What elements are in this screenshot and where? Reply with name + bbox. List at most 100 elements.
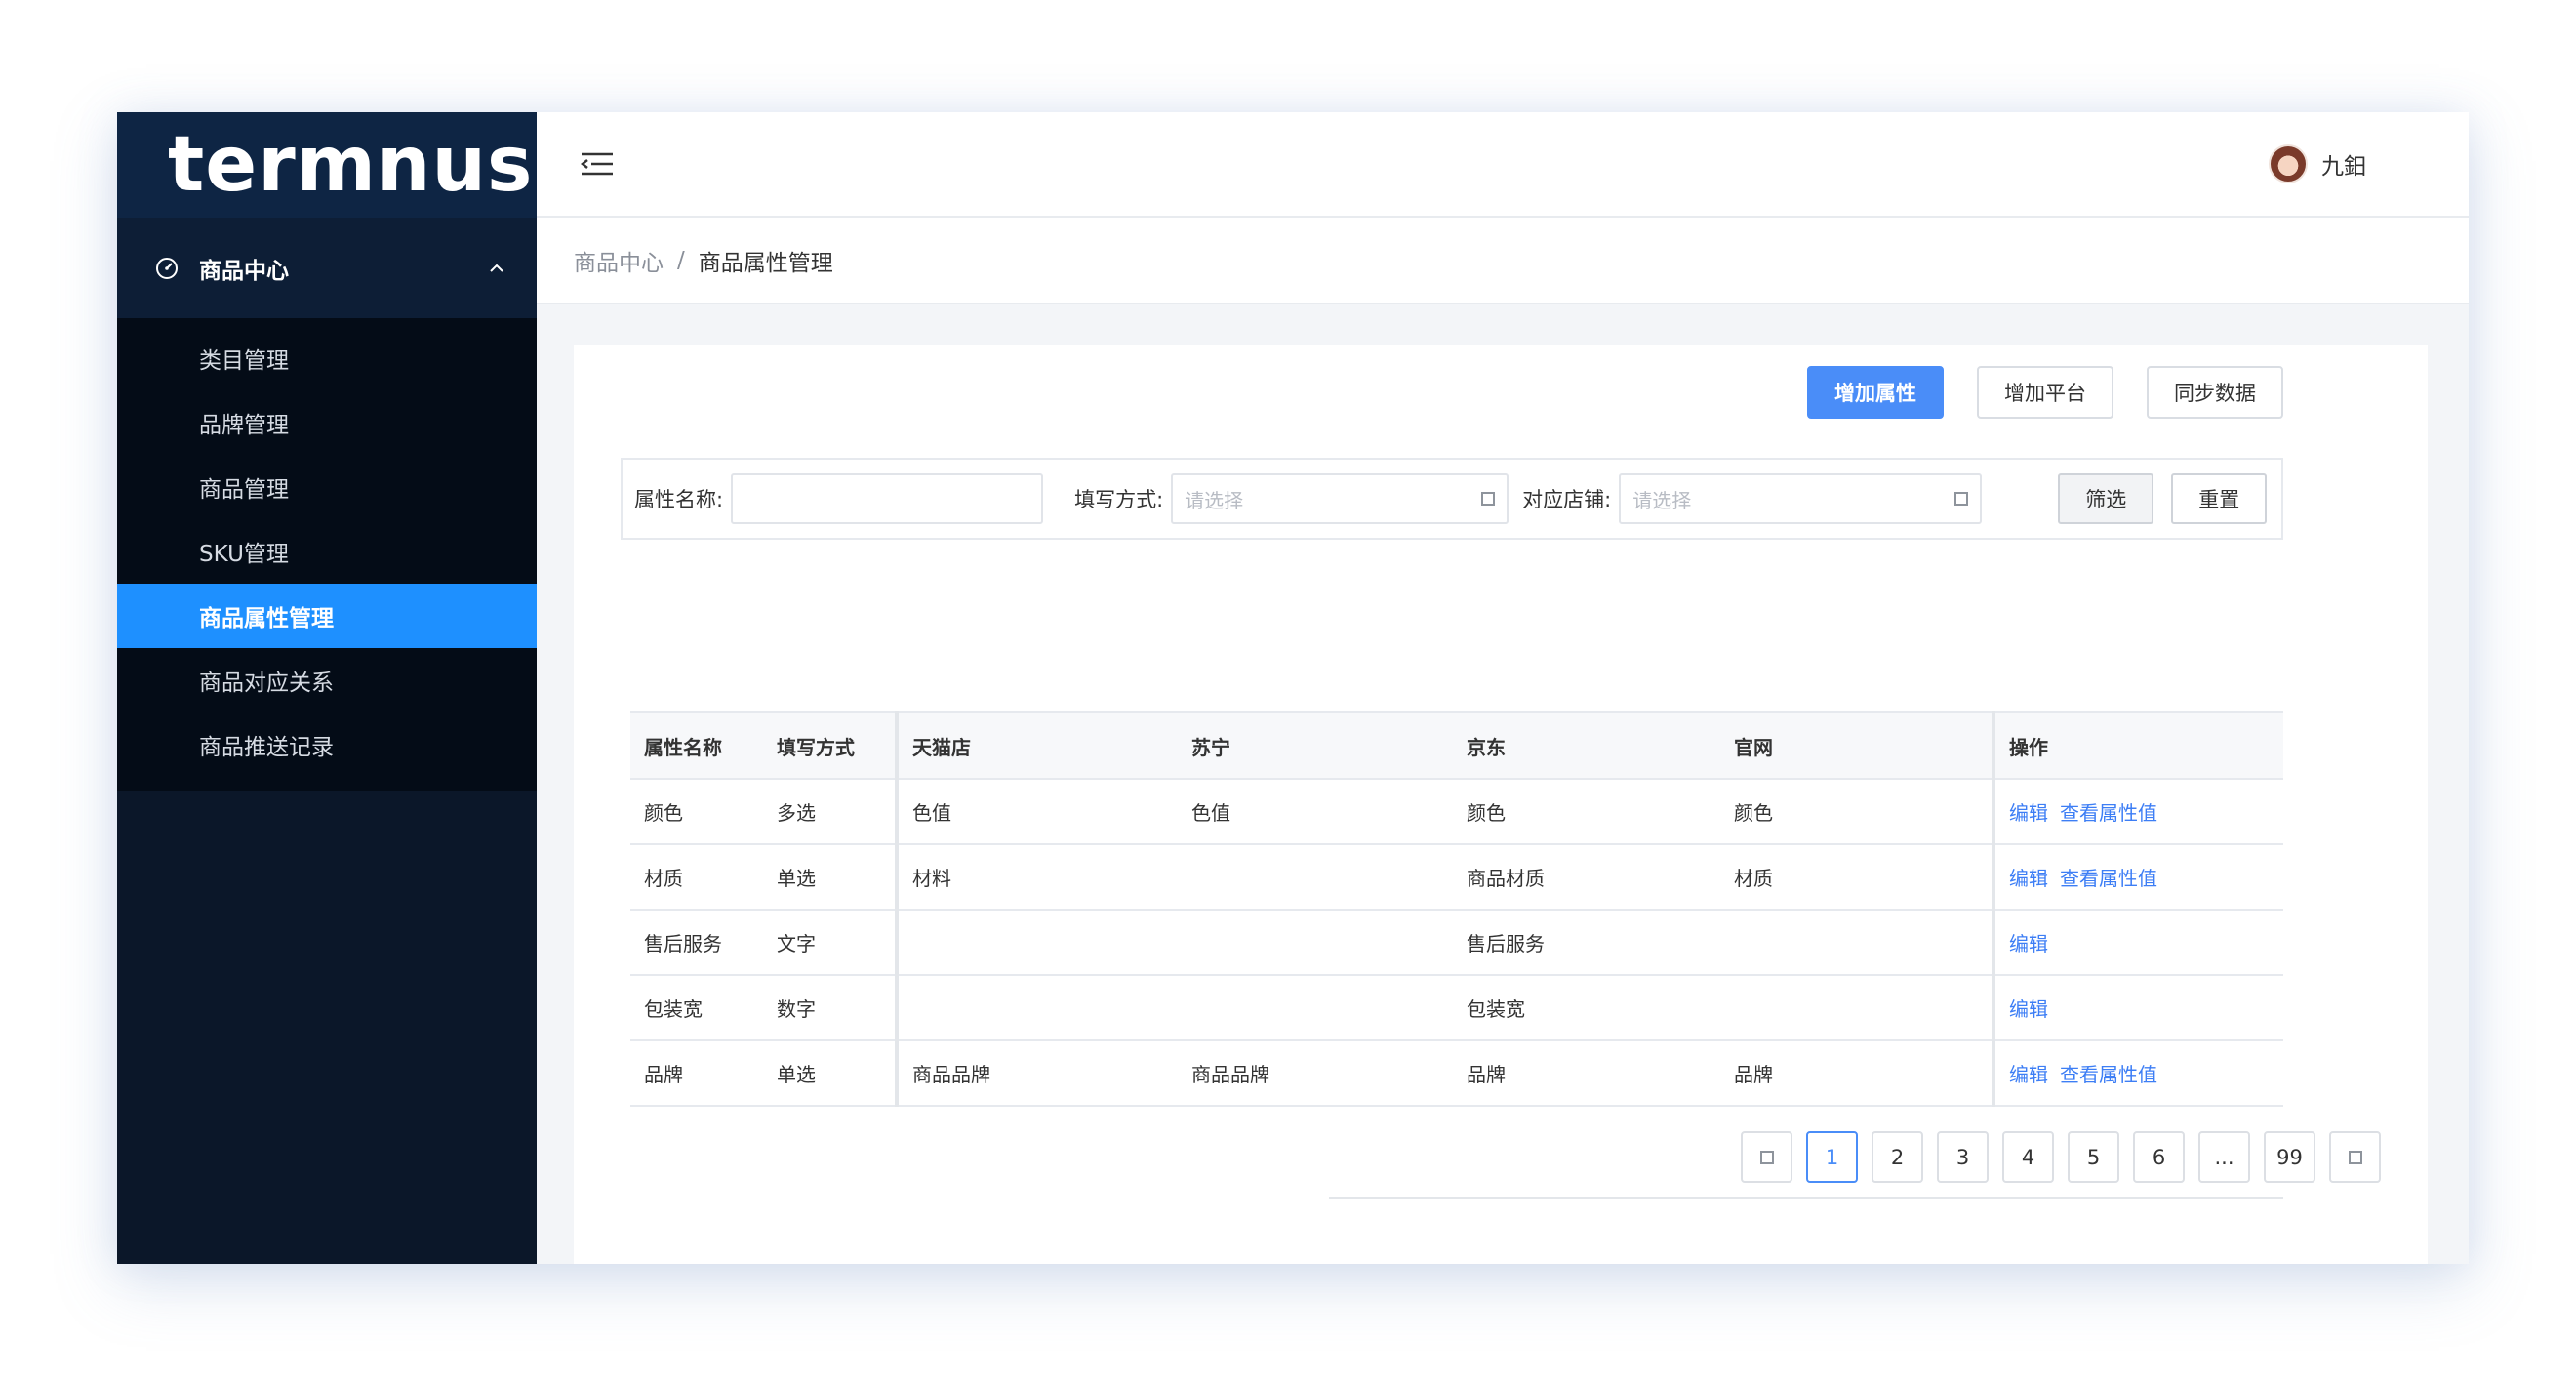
cell-official: 颜色: [1720, 779, 1995, 845]
cell-fill-method: 文字: [763, 910, 899, 976]
dropdown-icon: [1954, 492, 1969, 506]
cell-official: 材质: [1720, 844, 1995, 911]
sidebar-item-push-log[interactable]: 商品推送记录: [117, 712, 537, 777]
attributes-table: 属性名称 填写方式 天猫店 苏宁 京东 官网 操作 颜色 多选 色值 色值 颜色…: [630, 711, 2283, 1107]
attr-name-label: 属性名称:: [634, 488, 724, 511]
view-values-link[interactable]: 查看属性值: [2060, 801, 2157, 825]
page-button-3[interactable]: 3: [1937, 1131, 1989, 1183]
sidebar-item-label: 品牌管理: [199, 413, 289, 438]
sidebar-submenu: 类目管理 品牌管理 商品管理 SKU管理 商品属性管理 商品对应关系 商品推送记…: [117, 318, 537, 791]
top-header: 九鈤: [537, 112, 2469, 218]
sidebar-item-product[interactable]: 商品管理: [117, 455, 537, 519]
col-header-suning: 苏宁: [1178, 711, 1453, 780]
cell-actions: 编辑 查看属性值: [1993, 1040, 2283, 1107]
sidebar-item-label: 商品属性管理: [199, 606, 334, 631]
next-page-button[interactable]: [2329, 1131, 2381, 1183]
table-row: 品牌 单选 商品品牌 商品品牌 品牌 品牌 编辑 查看属性值: [630, 1040, 2283, 1107]
page-button-1[interactable]: 1: [1806, 1131, 1858, 1183]
sidebar-group-label: 商品中心: [199, 258, 289, 284]
col-header-jd: 京东: [1453, 711, 1720, 780]
app-window: termnus 商品中心 类目管理 品牌管理 商品管理 SKU管理 商品属性管理…: [117, 112, 2469, 1264]
add-attribute-button[interactable]: 增加属性: [1807, 366, 1944, 419]
cell-jd: 售后服务: [1453, 910, 1720, 976]
cell-jd: 包装宽: [1453, 975, 1720, 1041]
prev-page-button[interactable]: [1741, 1131, 1792, 1183]
edit-link[interactable]: 编辑: [2009, 801, 2048, 825]
cell-fill-method: 多选: [763, 779, 899, 845]
menu-toggle-icon[interactable]: [580, 150, 615, 178]
page-button-5[interactable]: 5: [2068, 1131, 2119, 1183]
cell-suning: [1178, 910, 1453, 976]
content-card: 增加属性 增加平台 同步数据 属性名称: 填写方式: 请选择 对应店铺: 请选择: [574, 345, 2428, 1264]
sidebar-item-mapping[interactable]: 商品对应关系: [117, 648, 537, 712]
col-header-fill-method: 填写方式: [763, 711, 899, 780]
edit-link[interactable]: 编辑: [2009, 1063, 2048, 1086]
cell-suning: 商品品牌: [1178, 1040, 1453, 1107]
sidebar: termnus 商品中心 类目管理 品牌管理 商品管理 SKU管理 商品属性管理…: [117, 112, 537, 1264]
cell-actions: 编辑 查看属性值: [1993, 844, 2283, 911]
sidebar-item-label: SKU管理: [199, 542, 289, 567]
col-header-tmall: 天猫店: [897, 711, 1178, 780]
fill-method-label: 填写方式:: [1074, 488, 1164, 511]
cell-official: [1720, 975, 1995, 1041]
cell-attr-name: 包装宽: [630, 975, 763, 1041]
sidebar-group-product-center[interactable]: 商品中心: [117, 218, 537, 318]
edit-link[interactable]: 编辑: [2009, 932, 2048, 955]
cell-tmall: 商品品牌: [897, 1040, 1178, 1107]
attr-name-input[interactable]: [731, 473, 1044, 524]
page-button-6[interactable]: 6: [2133, 1131, 2185, 1183]
chevron-up-icon[interactable]: [486, 258, 507, 279]
sidebar-item-label: 商品管理: [199, 477, 289, 503]
page-button-99[interactable]: 99: [2264, 1131, 2315, 1183]
breadcrumb: 商品中心 / 商品属性管理: [537, 218, 2469, 304]
cell-fill-method: 数字: [763, 975, 899, 1041]
store-select[interactable]: 请选择: [1619, 473, 1983, 524]
sidebar-item-category[interactable]: 类目管理: [117, 326, 537, 390]
sidebar-item-attributes[interactable]: 商品属性管理: [117, 584, 537, 648]
add-platform-button[interactable]: 增加平台: [1977, 366, 2113, 419]
page-button-4[interactable]: 4: [2002, 1131, 2054, 1183]
cell-fill-method: 单选: [763, 1040, 899, 1107]
cell-jd: 商品材质: [1453, 844, 1720, 911]
fill-method-placeholder: 请选择: [1185, 488, 1244, 512]
sidebar-item-sku[interactable]: SKU管理: [117, 519, 537, 584]
view-values-link[interactable]: 查看属性值: [2060, 867, 2157, 890]
cell-attr-name: 颜色: [630, 779, 763, 845]
edit-link[interactable]: 编辑: [2009, 997, 2048, 1021]
dashboard-icon: [154, 256, 180, 281]
breadcrumb-parent[interactable]: 商品中心: [574, 244, 664, 277]
page-button-2[interactable]: 2: [1872, 1131, 1923, 1183]
breadcrumb-separator: /: [677, 247, 685, 273]
avatar: [2269, 144, 2308, 183]
table-row: 材质 单选 材料 商品材质 材质 编辑 查看属性值: [630, 844, 2283, 911]
screen-background: termnus 商品中心 类目管理 品牌管理 商品管理 SKU管理 商品属性管理…: [0, 0, 2576, 1382]
cell-suning: [1178, 975, 1453, 1041]
table-header-row: 属性名称 填写方式 天猫店 苏宁 京东 官网 操作: [630, 711, 2283, 780]
page-ellipsis[interactable]: ...: [2198, 1131, 2250, 1183]
col-header-attr-name: 属性名称: [630, 711, 763, 780]
table-row: 售后服务 文字 售后服务 编辑: [630, 910, 2283, 976]
breadcrumb-current: 商品属性管理: [698, 250, 833, 276]
sync-data-button[interactable]: 同步数据: [2147, 366, 2283, 419]
dropdown-icon: [1481, 492, 1496, 506]
fill-method-select[interactable]: 请选择: [1171, 473, 1509, 524]
cell-fill-method: 单选: [763, 844, 899, 911]
reset-button[interactable]: 重置: [2171, 473, 2268, 524]
view-values-link[interactable]: 查看属性值: [2060, 1063, 2157, 1086]
sidebar-item-brand[interactable]: 品牌管理: [117, 390, 537, 455]
logo-text: termnus: [168, 121, 534, 209]
table-row: 包装宽 数字 包装宽 编辑: [630, 975, 2283, 1041]
user-menu[interactable]: 九鈤: [2269, 144, 2366, 183]
prev-icon: [1759, 1150, 1774, 1164]
cell-suning: [1178, 844, 1453, 911]
edit-link[interactable]: 编辑: [2009, 867, 2048, 890]
col-header-official: 官网: [1720, 711, 1995, 780]
cell-attr-name: 材质: [630, 844, 763, 911]
cell-actions: 编辑: [1993, 975, 2283, 1041]
cell-jd: 颜色: [1453, 779, 1720, 845]
store-label: 对应店铺:: [1522, 488, 1612, 511]
cell-attr-name: 品牌: [630, 1040, 763, 1107]
sidebar-item-label: 商品推送记录: [199, 735, 334, 760]
sidebar-item-label: 类目管理: [199, 348, 289, 374]
filter-button[interactable]: 筛选: [2058, 473, 2154, 524]
